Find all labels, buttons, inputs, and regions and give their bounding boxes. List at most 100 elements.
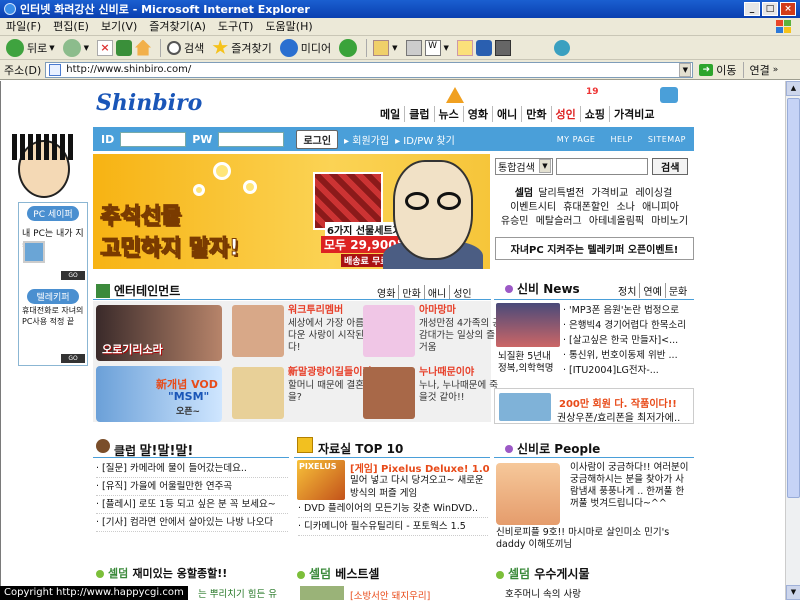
tab-movie[interactable]: 영화 [374,285,400,300]
news-item[interactable]: · [ITU2004]LG전자-... [563,363,691,378]
nav-comic[interactable]: 만화 [522,106,552,122]
menu-file[interactable]: 파일(F) [0,18,47,36]
keyword-link[interactable]: 애니피아 [642,202,679,213]
main-banner[interactable]: 추석선물 고민하지 말자! 6가지 선물세트가 모두 29,900원 배송료 무… [93,154,490,269]
featured-movie-image[interactable]: 오로기리소라 [96,305,222,361]
print-icon[interactable] [405,39,422,56]
tab-entertainment[interactable]: 연예 [640,283,666,298]
vod-promo-image[interactable]: 新개념 VOD "MSM" 오픈~ [96,366,222,422]
search-submit-button[interactable]: 검색 [652,158,689,175]
left-side-ad[interactable]: PC 세이퍼 내 PC는 내가 지킨다! GO 텔레키퍼 휴대전화로 자녀의 P… [8,134,88,366]
telekeeper-promo-link[interactable]: 자녀PC 지켜주는 텔레키퍼 오픈이벤트! [495,237,694,260]
news-ad-banner[interactable]: 200만 회원 다. 작품이다!! 권상우폰/효리폰을 최저가에.. [494,388,694,424]
keyword-link[interactable]: 유승민 [501,216,529,227]
news-photo[interactable] [496,303,560,347]
menu-favorites[interactable]: 즐겨찾기(A) [143,18,212,36]
news-item[interactable]: · 은행빅4 경기어렵다 한목소리 [563,318,691,333]
news-item[interactable]: · [살고싶은 한국 만들자]<... [563,333,691,348]
people-footer[interactable]: 신비로피플 9호!! 마시마로 살인미소 민기's daddy 이해또끼님 [496,527,692,551]
links-label[interactable]: 연결 [750,62,770,78]
nav-club[interactable]: 클럽 [405,106,435,122]
keyword-link[interactable]: 휴대폰할인 [563,202,609,213]
go-button[interactable]: GO [61,354,85,363]
minimize-button[interactable]: _ [744,2,760,16]
refresh-icon[interactable] [116,39,133,56]
club-item[interactable]: · [기사] 컴라면 안에서 살아있는 나방 나오다 [96,514,288,532]
nav-price[interactable]: 가격비교 [610,106,658,122]
telekeeper-button[interactable]: 텔레키퍼 [27,289,79,304]
news-photo-caption[interactable]: 뇌질환 5년내 정복,의학혁명 [498,351,562,375]
address-dropdown-icon[interactable]: ▼ [679,62,692,77]
help-link[interactable]: HELP [611,135,633,144]
mail-icon[interactable] [373,39,390,56]
club-item[interactable]: · [플레시] 로또 1등 되고 싶은 분 꼭 보세요~ [96,496,288,514]
keyword-link[interactable]: 메탈슬러그 [536,216,582,227]
home-icon[interactable] [135,39,152,56]
close-button[interactable]: × [780,2,796,16]
keyword-link[interactable]: 가격비교 [591,188,628,199]
login-button[interactable]: 로그인 [296,129,339,149]
nav-adult[interactable]: 성인 [552,106,581,122]
tab-adult[interactable]: 성인 [450,285,474,300]
keyword-link[interactable]: 셀덤 [515,188,533,199]
data-featured-title[interactable]: [게임] Pixelus Deluxe! 1.0 [350,460,490,475]
menu-help[interactable]: 도움말(H) [259,18,318,36]
nav-shopping[interactable]: 쇼핑 [581,106,610,122]
keyword-link[interactable]: 소나 [616,202,634,213]
best-post-item[interactable]: 호주머니 속의 사랑 [505,586,581,600]
search-button[interactable]: 검색 [167,40,204,56]
nav-movie[interactable]: 영화 [464,106,493,122]
scroll-thumb[interactable] [787,98,800,498]
window-title-bar[interactable]: 인터넷 화려강산 신비로 - Microsoft Internet Explor… [0,0,800,18]
mypage-link[interactable]: MY PAGE [557,135,596,144]
fun-item[interactable]: 는 뿌리치기 힘든 유 [198,586,277,600]
forward-button[interactable]: ▼ [62,38,89,57]
history-icon[interactable] [339,38,358,57]
site-logo[interactable]: Shinbiro [96,90,202,116]
research-icon[interactable] [494,39,511,56]
scroll-down-icon[interactable]: ▼ [786,585,800,600]
game-thumbnail[interactable]: PIXELUS [297,460,345,500]
go-button[interactable]: GO [61,271,85,280]
keyword-link[interactable]: 레이싱걸 [635,188,672,199]
tab-anime[interactable]: 애니 [425,285,451,300]
data-item[interactable]: · 디카메니아 필수유틸리티 - 포토웍스 1.5 [298,518,488,536]
tab-comic[interactable]: 만화 [399,285,425,300]
go-button[interactable]: ➜ 이동 [699,62,737,78]
stop-icon[interactable]: × [97,39,114,56]
keyword-link[interactable]: 달리특별전 [538,188,584,199]
join-link[interactable]: ▸ 회원가입 [344,132,389,147]
search-input[interactable] [556,158,648,175]
nav-anime[interactable]: 애니 [493,106,523,122]
keyword-link[interactable]: 이벤트시티 [510,202,556,213]
menu-tools[interactable]: 도구(T) [212,18,260,36]
msn-icon[interactable] [553,39,570,56]
nav-news[interactable]: 뉴스 [435,106,464,122]
nav-mail[interactable]: 메일 [376,106,406,122]
menu-view[interactable]: 보기(V) [95,18,143,36]
edit-icon[interactable]: W [424,39,441,56]
messenger-icon[interactable] [475,39,492,56]
pc-safer-button[interactable]: PC 세이퍼 [27,206,79,221]
maximize-button[interactable]: □ [762,2,778,16]
id-input[interactable] [120,131,187,147]
keyword-link[interactable]: 마비노기 [651,216,688,227]
address-input[interactable]: http://www.shinbiro.com/ ▼ [45,61,694,78]
media-button[interactable]: 미디어 [279,38,331,57]
pw-input[interactable] [218,131,285,147]
vertical-scrollbar[interactable]: ▲ ▼ [785,81,800,600]
scroll-up-icon[interactable]: ▲ [786,81,800,96]
favorites-button[interactable]: 즐겨찾기 [212,39,272,56]
menu-edit[interactable]: 편집(E) [47,18,95,36]
data-item[interactable]: · DVD 플레이어의 모든기능 갖춘 WinDVD.. [298,500,488,518]
tab-politics[interactable]: 정치 [615,283,641,298]
club-item[interactable]: · [유직] 가을에 어울릴만한 연주곡 [96,478,288,496]
search-category-select[interactable]: 통합검색 ▼ [495,158,553,175]
tab-culture[interactable]: 문화 [666,283,690,298]
club-item[interactable]: · [질문] 카메라에 물이 들어갔는데요.. [96,460,288,478]
discuss-icon[interactable] [456,39,473,56]
people-text[interactable]: 이사람이 궁금하다!! 여러분이 궁금해하시는 분을 찾아가 사람냄새 풍풍나게… [570,462,692,510]
back-button[interactable]: 뒤로 ▼ [6,38,55,57]
news-item[interactable]: · 통신위, 번호이동제 위반 ... [563,348,691,363]
bestseller-thumbnail[interactable] [300,586,344,600]
